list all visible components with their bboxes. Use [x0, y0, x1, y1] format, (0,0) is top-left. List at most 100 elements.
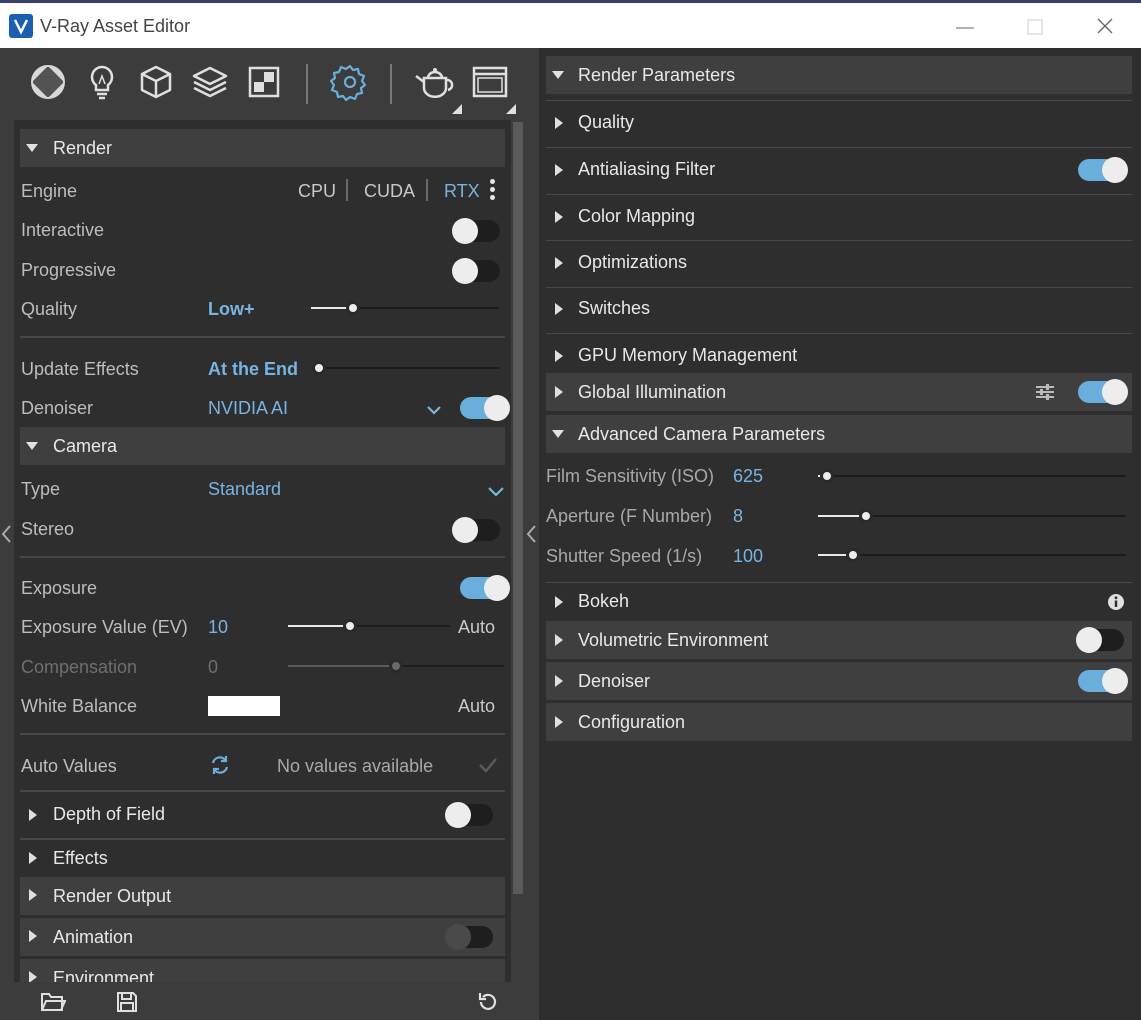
- update-effects-label: Update Effects: [21, 359, 139, 379]
- update-effects-value: At the End: [208, 359, 298, 379]
- frame-buffer-icon[interactable]: [470, 62, 510, 102]
- denoiser-label: Denoiser: [21, 398, 94, 418]
- close-button[interactable]: [1090, 13, 1120, 41]
- textures-icon[interactable]: [244, 62, 284, 102]
- exposure-auto-button[interactable]: Auto: [458, 617, 495, 638]
- layers-icon[interactable]: [190, 62, 230, 102]
- caret-right-icon: [29, 971, 37, 982]
- reset-icon[interactable]: [476, 990, 502, 1014]
- denoiser-right-toggle[interactable]: [1078, 668, 1128, 694]
- progressive-toggle[interactable]: [452, 258, 500, 284]
- effects-section-row[interactable]: Effects: [20, 840, 505, 876]
- animation-section-header[interactable]: Animation: [20, 918, 505, 956]
- white-balance-swatch[interactable]: [208, 696, 280, 716]
- optimizations-section-row[interactable]: Optimizations: [546, 240, 1132, 286]
- quality-value: Low+: [208, 299, 255, 319]
- maximize-button[interactable]: [1020, 13, 1050, 41]
- window-title: V-Ray Asset Editor: [40, 16, 191, 36]
- materials-icon[interactable]: [28, 62, 68, 102]
- collapse-panel-icon[interactable]: [525, 522, 539, 546]
- engine-separator: [346, 179, 348, 201]
- exposure-label: Exposure: [21, 578, 98, 598]
- title-bar: V-Ray Asset Editor: [0, 0, 1141, 48]
- stereo-toggle[interactable]: [452, 517, 500, 543]
- exposure-value[interactable]: 10: [208, 617, 228, 638]
- dof-toggle[interactable]: [445, 802, 493, 828]
- caret-down-icon: [26, 442, 38, 450]
- engine-cpu-option[interactable]: CPU: [298, 181, 336, 202]
- refresh-icon[interactable]: [208, 753, 232, 777]
- aperture-label: Aperture (F Number): [546, 506, 713, 526]
- white-balance-auto-button[interactable]: Auto: [458, 696, 495, 717]
- aperture-slider[interactable]: [818, 509, 1126, 523]
- toolbar-separator: [390, 64, 392, 104]
- switches-section-row[interactable]: Switches: [546, 286, 1132, 332]
- configuration-header[interactable]: Configuration: [546, 703, 1132, 741]
- exposure-toggle[interactable]: [460, 575, 510, 601]
- chevron-down-icon[interactable]: [488, 483, 504, 497]
- caret-down-icon: [552, 71, 564, 79]
- frame-buffer-dropdown-indicator[interactable]: [506, 104, 516, 114]
- bokeh-section-row[interactable]: Bokeh: [546, 579, 1132, 625]
- chevron-left-icon[interactable]: [0, 522, 14, 546]
- left-scrollbar[interactable]: [511, 120, 525, 982]
- volumetric-toggle[interactable]: [1076, 627, 1124, 653]
- interactive-label: Interactive: [21, 220, 105, 240]
- advanced-camera-header[interactable]: Advanced Camera Parameters: [546, 415, 1132, 453]
- antialiasing-toggle[interactable]: [1078, 157, 1128, 183]
- aperture-value[interactable]: 8: [733, 506, 743, 527]
- update-effects-slider[interactable]: [312, 361, 499, 375]
- global-illumination-toggle[interactable]: [1078, 379, 1128, 405]
- save-icon[interactable]: [115, 990, 141, 1014]
- settings-gear-icon[interactable]: [329, 62, 370, 102]
- compensation-label: Compensation: [21, 657, 138, 677]
- more-options-icon[interactable]: [490, 179, 496, 203]
- render-section-header[interactable]: Render: [20, 129, 505, 167]
- interactive-toggle[interactable]: [452, 218, 500, 244]
- animation-toggle[interactable]: [445, 924, 493, 950]
- vray-logo-icon: [9, 14, 33, 38]
- open-folder-icon[interactable]: [40, 990, 67, 1014]
- left-panel: Render Engine CPU CUDA RTX Interactive P…: [0, 48, 539, 1020]
- caret-right-icon: [29, 889, 37, 901]
- engine-rtx-option[interactable]: RTX: [444, 181, 480, 202]
- geometry-icon[interactable]: [136, 62, 176, 102]
- checkmark-icon[interactable]: [478, 756, 498, 774]
- iso-value[interactable]: 625: [733, 466, 763, 487]
- scrollbar-thumb[interactable]: [513, 122, 523, 894]
- shutter-value[interactable]: 100: [733, 546, 763, 567]
- exposure-value-slider[interactable]: [288, 619, 450, 633]
- sliders-settings-icon[interactable]: [1034, 382, 1056, 402]
- quality-slider[interactable]: [311, 301, 499, 315]
- volumetric-environment-header[interactable]: Volumetric Environment: [546, 621, 1132, 659]
- caret-right-icon: [555, 117, 563, 129]
- iso-slider[interactable]: [818, 469, 1126, 483]
- render-dropdown-indicator[interactable]: [452, 104, 462, 114]
- caret-right-icon: [29, 852, 37, 864]
- teapot-render-icon[interactable]: [414, 62, 454, 102]
- color-mapping-section-row[interactable]: Color Mapping: [546, 194, 1132, 240]
- caret-down-icon: [26, 144, 38, 152]
- denoiser-value[interactable]: NVIDIA AI: [208, 398, 288, 419]
- render-output-section-header[interactable]: Render Output: [20, 877, 505, 915]
- engine-cuda-option[interactable]: CUDA: [364, 181, 415, 202]
- global-illumination-header[interactable]: Global Illumination: [546, 373, 1132, 411]
- quality-section-row[interactable]: Quality: [546, 100, 1132, 146]
- antialiasing-section-row[interactable]: Antialiasing Filter: [546, 147, 1132, 193]
- info-icon[interactable]: [1107, 593, 1125, 611]
- settings-scroll-area: Render Engine CPU CUDA RTX Interactive P…: [14, 120, 511, 982]
- environment-section-header[interactable]: Environment: [20, 959, 505, 982]
- caret-down-icon: [552, 430, 564, 438]
- engine-separator: [426, 179, 428, 201]
- camera-section-header[interactable]: Camera: [20, 427, 505, 465]
- dof-section-row[interactable]: Depth of Field: [20, 792, 505, 838]
- render-parameters-header[interactable]: Render Parameters: [546, 56, 1132, 94]
- minimize-button[interactable]: [950, 13, 980, 41]
- chevron-down-icon[interactable]: [427, 402, 441, 416]
- progressive-label: Progressive: [21, 260, 117, 280]
- denoiser-header[interactable]: Denoiser: [546, 662, 1132, 700]
- camera-type-value[interactable]: Standard: [208, 479, 281, 500]
- lights-icon[interactable]: [82, 62, 122, 102]
- shutter-slider[interactable]: [818, 548, 1126, 562]
- denoiser-toggle[interactable]: [460, 395, 510, 421]
